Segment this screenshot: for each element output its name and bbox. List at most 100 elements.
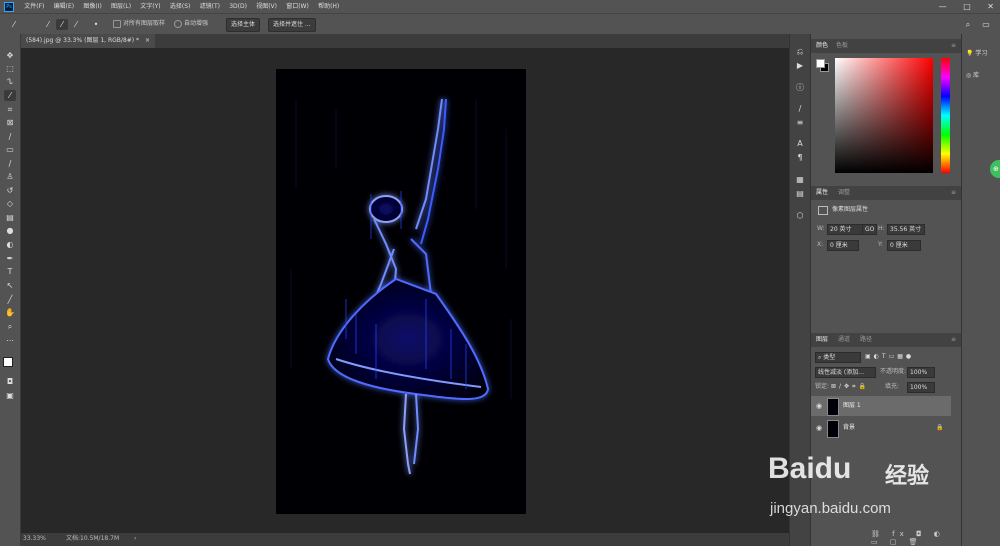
eyedropper-tool-icon[interactable]: ∕ — [4, 131, 16, 142]
menu-help[interactable]: 帮助(H) — [318, 0, 339, 13]
panel-menu-icon[interactable]: ≡ — [951, 39, 956, 53]
history-brush-tool-icon[interactable]: ↺ — [4, 185, 16, 196]
minimize-button[interactable]: — — [939, 2, 947, 11]
tab-color[interactable]: 颜色 — [816, 39, 828, 53]
add-to-selection-icon[interactable]: ⁄ — [56, 19, 68, 30]
frame-tool-icon[interactable]: ⊠ — [4, 117, 16, 128]
tab-properties[interactable]: 属性 — [816, 186, 828, 200]
link-dimensions-icon[interactable]: GO — [862, 224, 877, 235]
character-panel-icon[interactable]: A — [794, 138, 806, 150]
maximize-button[interactable]: □ — [963, 2, 971, 11]
subtract-selection-icon[interactable]: ⁄ — [70, 19, 82, 30]
clone-stamp-tool-icon[interactable]: ♙ — [4, 171, 16, 182]
brush-settings-icon[interactable]: ∕ — [794, 103, 806, 115]
layer-row[interactable]: ◉ 背景 🔒 — [811, 418, 951, 438]
zoom-level[interactable]: 33.33% — [23, 534, 46, 544]
more-tools-icon[interactable]: ⋯ — [4, 335, 16, 346]
brush-size-icon[interactable]: • — [90, 19, 102, 30]
quick-selection-preset-icon[interactable]: ⁄ — [8, 19, 20, 30]
swatches-panel-icon[interactable]: ▦ — [794, 174, 806, 186]
menu-select[interactable]: 选择(S) — [170, 0, 191, 13]
visibility-eye-icon[interactable]: ◉ — [816, 402, 822, 410]
type-tool-icon[interactable]: T — [4, 266, 16, 277]
eraser-tool-icon[interactable]: ◇ — [4, 198, 16, 209]
layers-panel-header: 图层 通道 路径 ≡ — [811, 333, 961, 347]
marquee-tool-icon[interactable]: ⬚ — [4, 63, 16, 74]
watermark-brand: Baidu — [768, 452, 852, 485]
quick-selection-tool-icon[interactable]: ⁄ — [4, 90, 16, 101]
select-and-mask-button[interactable]: 选择并遮住 ... — [268, 18, 316, 32]
height-field[interactable]: 35.56 英寸 — [887, 224, 925, 235]
history-panel-icon[interactable]: ⎌ — [794, 46, 806, 58]
lock-icons[interactable]: ⊠∕✥⌗🔒 — [831, 382, 869, 391]
menu-filter[interactable]: 滤镜(T) — [200, 0, 220, 13]
path-selection-tool-icon[interactable]: ↖ — [4, 280, 16, 291]
hue-slider[interactable] — [941, 58, 950, 173]
x-field[interactable]: 0 厘米 — [827, 240, 859, 251]
foreground-color-swatch[interactable] — [816, 59, 825, 68]
menu-layer[interactable]: 图层(L) — [111, 0, 131, 13]
zoom-tool-icon[interactable]: ⌕ — [4, 321, 16, 332]
crop-tool-icon[interactable]: ⌗ — [4, 104, 16, 115]
menu-file[interactable]: 文件(F) — [24, 0, 44, 13]
blend-mode-select[interactable]: 线性减淡 (添加... — [815, 367, 876, 378]
visibility-eye-icon[interactable]: ◉ — [816, 424, 822, 432]
fill-field[interactable]: 100% — [907, 382, 935, 393]
adjustments-icon[interactable]: ≡ — [794, 117, 806, 129]
layer-actions-bar[interactable]: ⛓ fx ◘ ◐ ▭ ▢ 🗑 — [871, 530, 961, 546]
3d-panel-icon[interactable]: ⬡ — [794, 210, 806, 222]
tools-panel: ✥ ⬚ ᔐ ⁄ ⌗ ⊠ ∕ ▭ ∕ ♙ ↺ ◇ ▤ ● ◐ ✒ T ↖ ╱ ✋ … — [0, 34, 21, 546]
width-field[interactable]: 20 英寸 — [827, 224, 863, 235]
menu-view[interactable]: 视图(V) — [256, 0, 277, 13]
tab-channels[interactable]: 通道 — [838, 333, 850, 347]
document-tab[interactable]: (584).jpg @ 33.3% (图层 1, RGB/8#) * × — [21, 34, 156, 48]
info-panel-icon[interactable]: ⓘ — [794, 82, 806, 94]
dodge-tool-icon[interactable]: ◐ — [4, 239, 16, 250]
blur-tool-icon[interactable]: ● — [4, 225, 16, 236]
menu-type[interactable]: 文字(Y) — [140, 0, 160, 13]
y-field[interactable]: 0 厘米 — [887, 240, 921, 251]
new-selection-icon[interactable]: ⁄ — [42, 19, 54, 30]
color-picker-field[interactable] — [835, 58, 933, 173]
paragraph-panel-icon[interactable]: ¶ — [794, 152, 806, 164]
hand-tool-icon[interactable]: ✋ — [4, 307, 16, 318]
pen-tool-icon[interactable]: ✒ — [4, 253, 16, 264]
status-arrow-icon[interactable]: › — [134, 534, 136, 544]
opacity-field[interactable]: 100% — [907, 367, 935, 378]
line-tool-icon[interactable]: ╱ — [4, 294, 16, 305]
fg-bg-swatch[interactable] — [816, 59, 829, 72]
workspace-icon[interactable]: ▭ — [980, 19, 992, 30]
quick-mask-icon[interactable]: ◘ — [4, 376, 16, 387]
panel-menu-icon[interactable]: ≡ — [951, 333, 956, 347]
menu-window[interactable]: 窗口(W) — [286, 0, 309, 13]
tab-adjustments[interactable]: 调整 — [838, 186, 850, 200]
foreground-color-swatch[interactable] — [3, 357, 13, 367]
styles-panel-icon[interactable]: ▤ — [794, 188, 806, 200]
tab-paths[interactable]: 路径 — [860, 333, 872, 347]
search-icon[interactable]: ⌕ — [962, 19, 974, 30]
tab-swatches[interactable]: 色板 — [836, 39, 848, 53]
layer-filter-icons[interactable]: ▣◐T▭▦● — [865, 352, 914, 361]
sample-all-layers-checkbox[interactable]: 对所有图层取样 — [113, 18, 165, 30]
actions-panel-icon[interactable]: ▶ — [794, 60, 806, 72]
layer-row[interactable]: ◉ 图层 1 — [811, 396, 951, 416]
document-canvas[interactable] — [276, 69, 526, 514]
menu-3d[interactable]: 3D(D) — [229, 0, 247, 13]
library-button[interactable]: ◎ 库 — [966, 70, 979, 79]
close-button[interactable]: ✕ — [987, 2, 994, 11]
panel-menu-icon[interactable]: ≡ — [951, 186, 956, 200]
learn-button[interactable]: 💡 学习 — [966, 48, 987, 57]
lasso-tool-icon[interactable]: ᔐ — [4, 76, 16, 87]
healing-brush-tool-icon[interactable]: ▭ — [4, 144, 16, 155]
select-subject-button[interactable]: 选择主体 — [226, 18, 261, 32]
auto-enhance-checkbox[interactable]: 自动增强 — [174, 18, 208, 30]
close-tab-icon[interactable]: × — [145, 37, 150, 44]
menu-edit[interactable]: 编辑(E) — [54, 0, 74, 13]
move-tool-icon[interactable]: ✥ — [4, 50, 16, 61]
screen-mode-icon[interactable]: ▣ — [4, 390, 16, 401]
gradient-tool-icon[interactable]: ▤ — [4, 212, 16, 223]
menu-image[interactable]: 图像(I) — [83, 0, 101, 13]
brush-tool-icon[interactable]: ∕ — [4, 158, 16, 169]
layer-filter-select[interactable]: ⌕ 类型 — [815, 352, 861, 363]
tab-layers[interactable]: 图层 — [816, 333, 828, 347]
